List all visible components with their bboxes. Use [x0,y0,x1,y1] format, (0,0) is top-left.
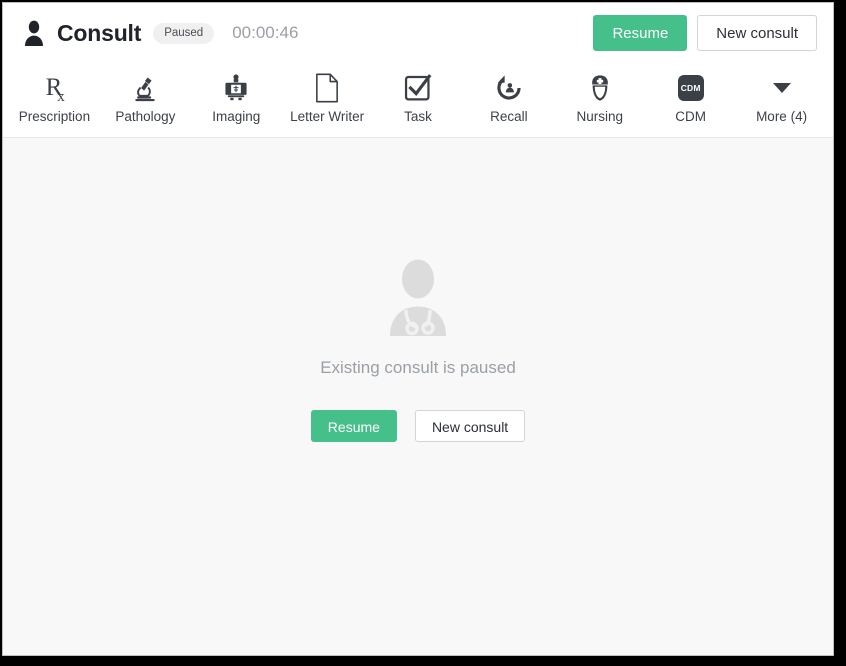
toolbar-item-pathology[interactable]: Pathology [100,67,191,124]
toolbar-item-nursing[interactable]: Nursing [554,67,645,124]
svg-text:x: x [58,89,66,104]
resume-button[interactable]: Resume [593,15,688,51]
recall-person-icon [495,71,523,105]
page-title: Consult [57,19,142,46]
toolbar-item-recall[interactable]: Recall [463,67,554,124]
toolbar-item-label: More (4) [756,109,808,124]
toolbar-item-label: Letter Writer [290,109,365,124]
toolbar-item-label: Prescription [18,109,91,124]
header-title-group: Consult Paused 00:00:46 [21,19,593,47]
toolbar-item-label: Recall [490,109,528,124]
toolbar-item-label: Pathology [115,109,176,124]
rx-icon: R x [39,71,69,105]
toolbar-item-imaging[interactable]: Imaging [191,67,282,124]
consult-timer: 00:00:46 [232,23,299,42]
action-toolbar: R x Prescription Pathology Imaging Lette… [3,63,833,137]
cdm-badge-icon: CDM [677,71,704,105]
status-badge: Paused [153,22,215,44]
toolbar-item-task[interactable]: Task [373,67,464,124]
toolbar-item-label: Imaging [212,109,261,124]
empty-state-actions: Resume New consult [310,410,526,442]
nurse-icon [587,71,613,105]
consult-window: Consult Paused 00:00:46 Resume New consu… [2,2,834,656]
toolbar-item-letter-writer[interactable]: Letter Writer [282,67,373,124]
document-page-icon [315,71,339,105]
microscope-icon [131,71,159,105]
resume-button-center[interactable]: Resume [310,410,397,442]
new-consult-button[interactable]: New consult [697,15,817,51]
toolbar-item-more[interactable]: More (4) [736,67,827,124]
checkbox-checked-icon [404,71,432,105]
toolbar-item-prescription[interactable]: R x Prescription [9,67,100,124]
page-header: Consult Paused 00:00:46 Resume New consu… [3,3,833,63]
xray-machine-icon [223,71,249,105]
toolbar-item-label: CDM [675,109,707,124]
chevron-down-icon [772,71,791,105]
empty-state-message: Existing consult is paused [320,358,516,377]
person-icon [21,19,47,47]
toolbar-item-label: Task [404,109,432,124]
doctor-silhouette-icon [382,258,454,336]
toolbar-item-cdm[interactable]: CDM CDM [645,67,736,124]
main-content: Existing consult is paused Resume New co… [3,138,833,655]
header-actions: Resume New consult [593,15,817,51]
new-consult-button-center[interactable]: New consult [414,410,526,442]
cdm-badge-text: CDM [677,75,704,101]
toolbar-item-label: Nursing [576,109,624,124]
